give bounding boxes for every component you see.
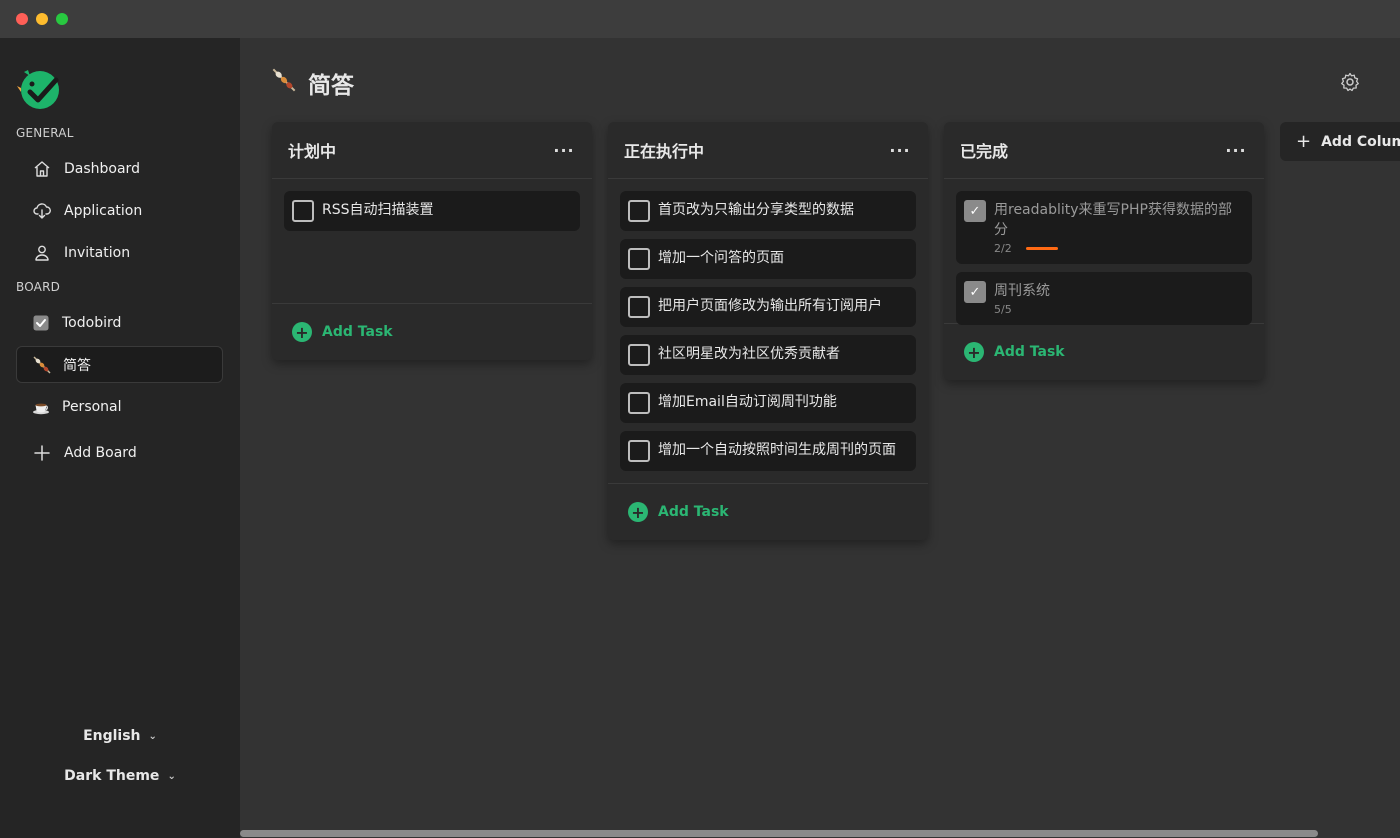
task-card[interactable]: 社区明星改为社区优秀贡献者 bbox=[620, 335, 916, 375]
task-list: RSS自动扫描装置 bbox=[272, 179, 592, 304]
task-card[interactable]: 增加一个问答的页面 bbox=[620, 239, 916, 279]
plus-circle-icon: + bbox=[628, 502, 648, 522]
language-value: English bbox=[83, 728, 141, 744]
more-options-icon[interactable]: ··· bbox=[888, 141, 912, 160]
page-title: 简答 bbox=[272, 66, 354, 100]
minimize-window-button[interactable] bbox=[36, 13, 48, 25]
sidebar-item-label: Invitation bbox=[64, 244, 131, 261]
user-icon bbox=[32, 243, 52, 263]
more-options-icon[interactable]: ··· bbox=[1224, 141, 1248, 160]
theme-select[interactable]: Dark Theme ⌄ bbox=[0, 768, 240, 784]
checkbox-icon bbox=[32, 314, 50, 332]
task-card[interactable]: 增加Email自动订阅周刊功能 bbox=[620, 383, 916, 423]
add-column-label: Add Column bbox=[1321, 133, 1400, 150]
chevron-down-icon: ⌄ bbox=[167, 770, 176, 782]
column-done: 已完成 ··· ✓ 用readablity来重写PHP获得数据的部分 2/2 ✓ bbox=[944, 122, 1264, 380]
skewer-icon bbox=[33, 355, 51, 374]
add-task-button[interactable]: + Add Task bbox=[608, 484, 928, 540]
task-title: 增加Email自动订阅周刊功能 bbox=[658, 394, 837, 410]
board-section-label: BOARD bbox=[16, 280, 61, 294]
subtask-count: 2/2 bbox=[994, 242, 1012, 255]
sidebar: GENERAL Dashboard Application Invitation… bbox=[0, 38, 240, 838]
task-card[interactable]: 首页改为只输出分享类型的数据 bbox=[620, 191, 916, 231]
more-options-icon[interactable]: ··· bbox=[552, 141, 576, 160]
title-bar bbox=[0, 0, 1400, 38]
column-in-progress: 正在执行中 ··· 首页改为只输出分享类型的数据 增加一个问答的页面 把用户页面… bbox=[608, 122, 928, 540]
plus-icon bbox=[32, 443, 52, 463]
task-checkbox[interactable] bbox=[628, 344, 650, 366]
language-select[interactable]: English ⌄ bbox=[0, 728, 240, 744]
task-card[interactable]: 把用户页面修改为输出所有订阅用户 bbox=[620, 287, 916, 327]
sidebar-item-label: Personal bbox=[62, 398, 122, 415]
task-title: 把用户页面修改为输出所有订阅用户 bbox=[658, 298, 882, 314]
task-checkbox[interactable] bbox=[628, 296, 650, 318]
column-header: 计划中 ··· bbox=[272, 122, 592, 179]
task-title: 首页改为只输出分享类型的数据 bbox=[658, 202, 854, 218]
add-task-label: Add Task bbox=[322, 324, 393, 340]
chevron-down-icon: ⌄ bbox=[148, 730, 157, 742]
add-task-label: Add Task bbox=[658, 504, 729, 520]
plus-circle-icon: + bbox=[964, 342, 984, 362]
task-title: RSS自动扫描装置 bbox=[322, 202, 434, 218]
add-task-button[interactable]: + Add Task bbox=[944, 324, 1264, 380]
sidebar-item-dashboard[interactable]: Dashboard bbox=[16, 150, 223, 187]
column-title: 正在执行中 bbox=[624, 142, 705, 161]
plus-circle-icon: + bbox=[292, 322, 312, 342]
todobird-logo-icon bbox=[16, 66, 64, 110]
column-title: 计划中 bbox=[288, 142, 337, 161]
column-planned: 计划中 ··· RSS自动扫描装置 + Add Task bbox=[272, 122, 592, 360]
subtask-count: 5/5 bbox=[994, 303, 1012, 316]
sidebar-item-application[interactable]: Application bbox=[16, 192, 223, 229]
board-title-text: 简答 bbox=[308, 73, 354, 99]
task-checkbox-checked[interactable]: ✓ bbox=[964, 281, 986, 303]
task-checkbox-checked[interactable]: ✓ bbox=[964, 200, 986, 222]
task-card[interactable]: 增加一个自动按照时间生成周刊的页面 bbox=[620, 431, 916, 471]
add-board-label: Add Board bbox=[64, 444, 137, 461]
sidebar-item-personal[interactable]: Personal bbox=[16, 388, 223, 425]
sidebar-item-jianda[interactable]: 简答 bbox=[16, 346, 223, 383]
task-title: 周刊系统 bbox=[994, 283, 1050, 299]
column-title: 已完成 bbox=[960, 142, 1009, 161]
task-list: ✓ 用readablity来重写PHP获得数据的部分 2/2 ✓ 周刊系统 5/… bbox=[944, 179, 1264, 325]
home-icon bbox=[32, 159, 52, 179]
plus-icon: + bbox=[1296, 131, 1312, 152]
task-card[interactable]: ✓ 用readablity来重写PHP获得数据的部分 2/2 bbox=[956, 191, 1252, 264]
task-progress-bar bbox=[1025, 247, 1058, 250]
sidebar-item-label: Dashboard bbox=[64, 160, 140, 177]
add-column-button[interactable]: + Add Column bbox=[1280, 122, 1400, 161]
sidebar-item-label: Application bbox=[64, 202, 143, 219]
task-title: 用readablity来重写PHP获得数据的部分 bbox=[994, 202, 1232, 238]
task-checkbox[interactable] bbox=[292, 200, 314, 222]
task-list: 首页改为只输出分享类型的数据 增加一个问答的页面 把用户页面修改为输出所有订阅用… bbox=[608, 179, 928, 484]
app-window: GENERAL Dashboard Application Invitation… bbox=[0, 0, 1400, 838]
task-title: 增加一个问答的页面 bbox=[658, 250, 784, 266]
close-window-button[interactable] bbox=[16, 13, 28, 25]
task-title: 社区明星改为社区优秀贡献者 bbox=[658, 346, 840, 362]
column-header: 正在执行中 ··· bbox=[608, 122, 928, 179]
zoom-window-button[interactable] bbox=[56, 13, 68, 25]
sidebar-item-label: 简答 bbox=[63, 357, 91, 374]
task-card[interactable]: ✓ 周刊系统 5/5 bbox=[956, 272, 1252, 325]
task-checkbox[interactable] bbox=[628, 248, 650, 270]
cloud-download-icon bbox=[32, 201, 52, 221]
task-checkbox[interactable] bbox=[628, 440, 650, 462]
coffee-icon bbox=[32, 398, 50, 416]
add-board-button[interactable]: Add Board bbox=[16, 434, 223, 471]
board-main: 简答 计划中 ··· RSS自动扫描装置 + Add Task 正在执行中 ··… bbox=[240, 38, 1400, 838]
skewer-icon bbox=[272, 68, 296, 98]
sidebar-item-label: Todobird bbox=[62, 314, 122, 331]
task-checkbox[interactable] bbox=[628, 392, 650, 414]
general-section-label: GENERAL bbox=[16, 126, 74, 140]
task-checkbox[interactable] bbox=[628, 200, 650, 222]
sidebar-item-todobird[interactable]: Todobird bbox=[16, 304, 223, 341]
horizontal-scrollbar[interactable] bbox=[240, 830, 1318, 837]
column-header: 已完成 ··· bbox=[944, 122, 1264, 179]
task-title: 增加一个自动按照时间生成周刊的页面 bbox=[658, 442, 896, 458]
theme-value: Dark Theme bbox=[64, 768, 160, 784]
sidebar-item-invitation[interactable]: Invitation bbox=[16, 234, 223, 271]
gear-icon[interactable] bbox=[1340, 72, 1360, 92]
add-task-button[interactable]: + Add Task bbox=[272, 304, 592, 360]
task-card[interactable]: RSS自动扫描装置 bbox=[284, 191, 580, 231]
add-task-label: Add Task bbox=[994, 344, 1065, 360]
